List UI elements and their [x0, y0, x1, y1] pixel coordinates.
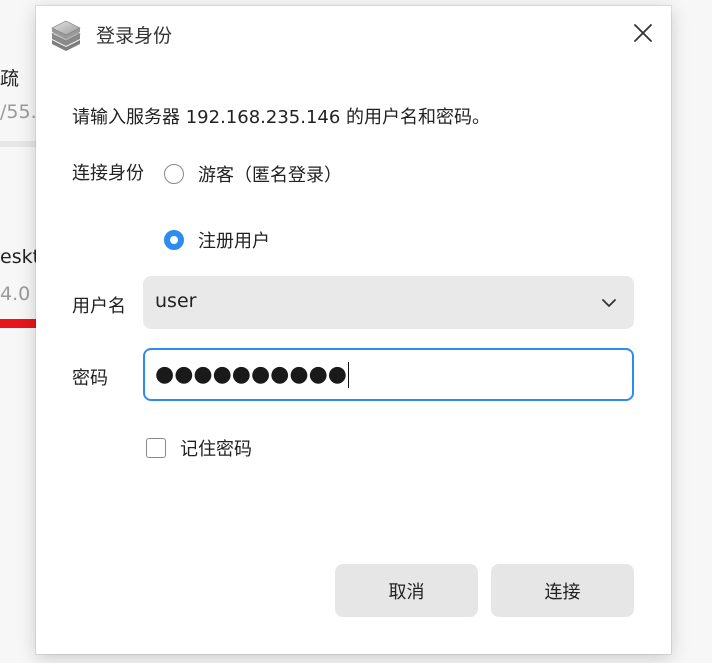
cancel-button[interactable]: 取消 [335, 564, 478, 617]
password-text: ●●●●●●●●●● [155, 361, 350, 389]
identity-label: 连接身份 [72, 163, 144, 184]
radio-checked-icon [164, 230, 184, 250]
password-mask: ●●●●●●●●●● [155, 362, 347, 387]
username-combobox[interactable]: user [143, 276, 634, 329]
password-label: 密码 [72, 368, 108, 389]
username-label: 用户名 [72, 296, 126, 317]
dialog-title: 登录身份 [96, 25, 173, 47]
login-dialog: 登录身份 请输入服务器 192.168.235.146 的用户名和密码。 连接身… [36, 6, 671, 654]
password-field[interactable]: ●●●●●●●●●● [143, 348, 634, 401]
login-prompt-text: 请输入服务器 192.168.235.146 的用户名和密码。 [72, 107, 491, 128]
remember-password-checkbox[interactable]: 记住密码 [146, 435, 252, 461]
background-progress-bar [0, 319, 40, 328]
chevron-down-icon [600, 294, 618, 312]
radio-unchecked-icon [164, 164, 184, 184]
username-value: user [155, 290, 197, 312]
close-button[interactable] [628, 20, 658, 50]
dialog-titlebar: 登录身份 [36, 6, 671, 64]
connect-button[interactable]: 连接 [491, 564, 634, 617]
remember-password-label: 记住密码 [180, 439, 252, 460]
background-text-fragment: 疏 [0, 68, 20, 90]
registered-user-radio[interactable]: 注册用户 [164, 227, 270, 253]
server-stack-icon [50, 20, 82, 52]
checkbox-unchecked-icon [146, 438, 166, 458]
background-divider [0, 141, 40, 147]
close-icon [634, 24, 652, 46]
text-caret [347, 362, 350, 388]
registered-user-radio-label: 注册用户 [198, 231, 270, 252]
guest-radio[interactable]: 游客（匿名登录） [164, 161, 342, 187]
guest-radio-label: 游客（匿名登录） [198, 165, 342, 186]
background-text-fragment: /55. [0, 101, 37, 123]
